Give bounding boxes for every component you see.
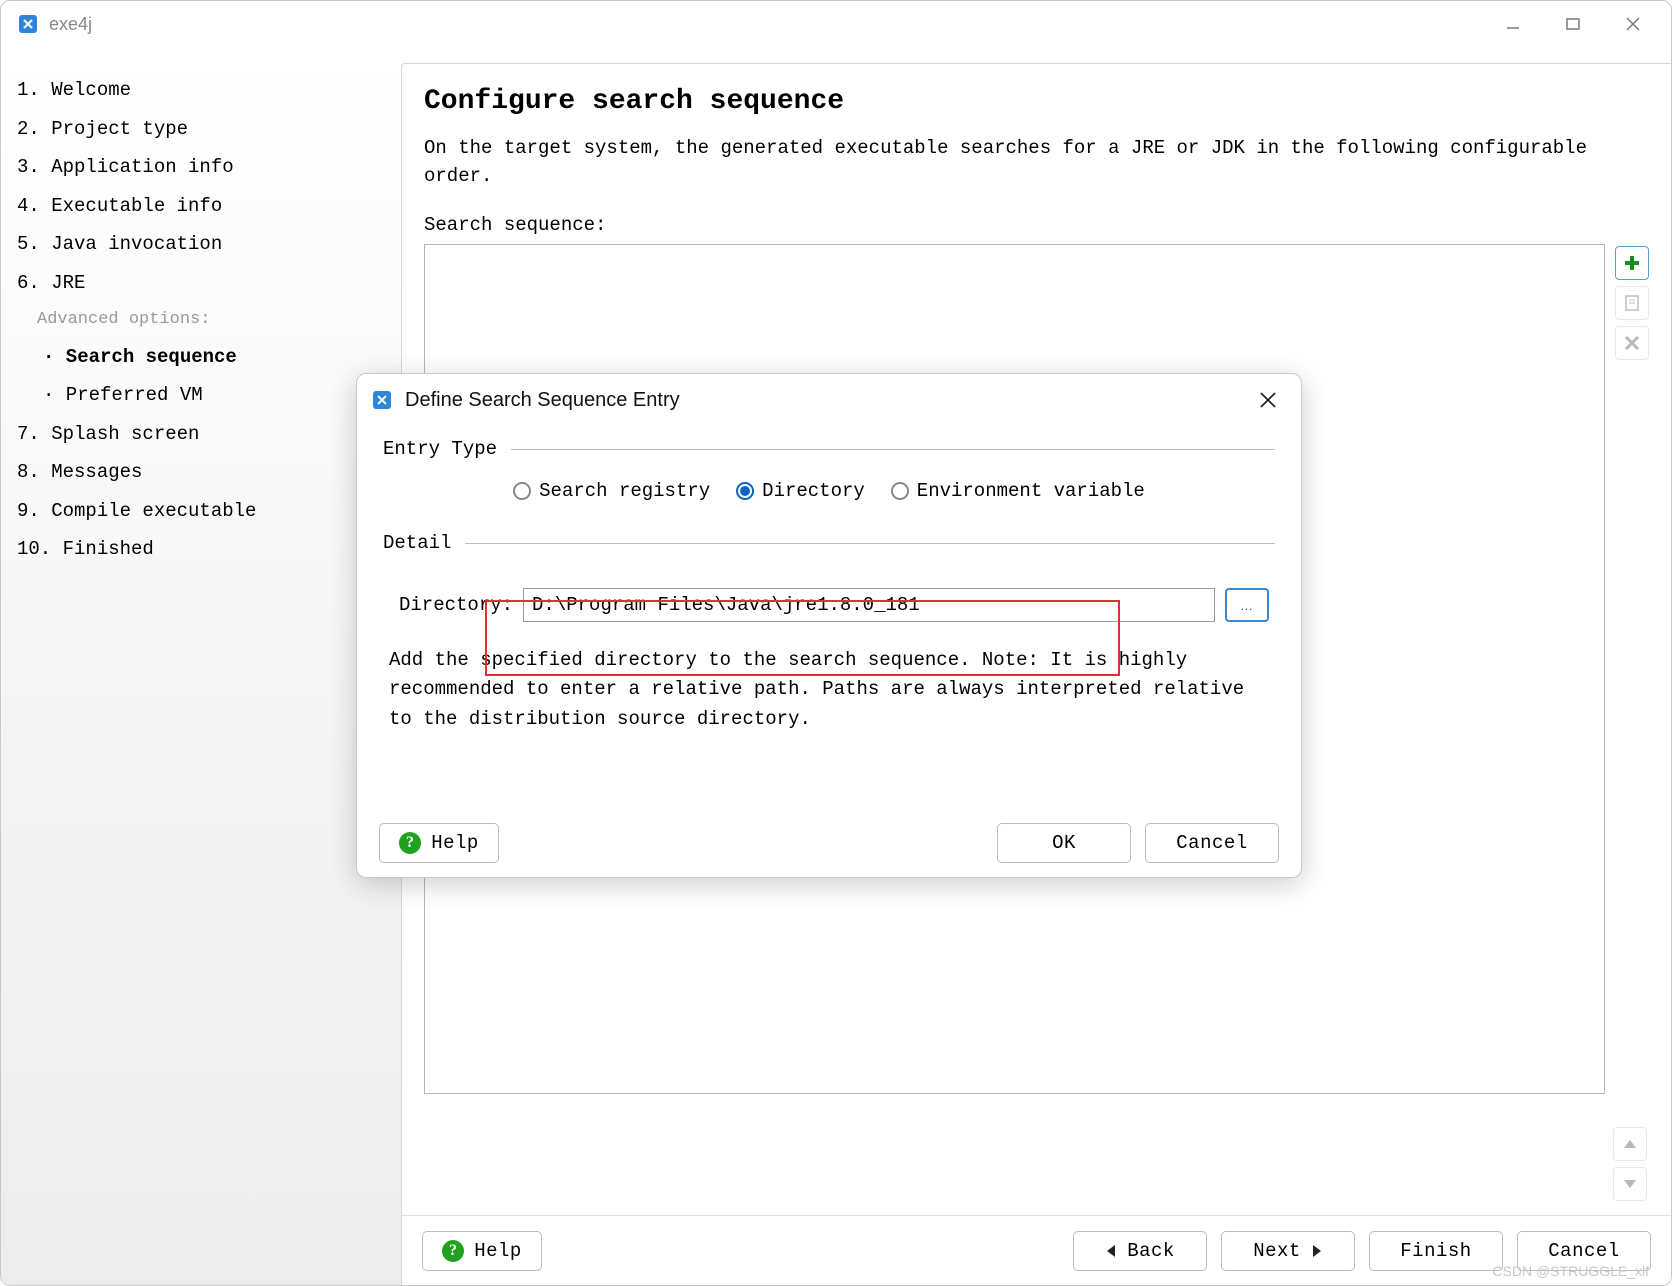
step-finished[interactable]: 10. Finished: [15, 530, 387, 569]
minimize-button[interactable]: [1483, 4, 1543, 44]
csdn-watermark: CSDN @STRUGGLE_xlf: [1492, 1263, 1649, 1279]
search-sequence-label: Search sequence:: [424, 214, 1651, 236]
step-preferred-vm[interactable]: · Preferred VM: [15, 376, 387, 415]
dialog-ok-button[interactable]: OK: [997, 823, 1131, 863]
move-down-button[interactable]: [1613, 1167, 1647, 1201]
radio-search-registry[interactable]: Search registry: [513, 480, 710, 502]
radio-label: Directory: [762, 480, 865, 502]
ok-label: OK: [1052, 832, 1076, 854]
dialog-help-button[interactable]: ? Help: [379, 823, 499, 863]
step-messages[interactable]: 8. Messages: [15, 453, 387, 492]
app-icon: [17, 13, 39, 35]
step-application-info[interactable]: 3. Application info: [15, 148, 387, 187]
radio-directory[interactable]: Directory: [736, 480, 865, 502]
step-compile-executable[interactable]: 9. Compile executable: [15, 492, 387, 531]
radio-icon: [736, 482, 754, 500]
directory-hint: Add the specified directory to the searc…: [389, 646, 1269, 734]
finish-button[interactable]: Finish: [1369, 1231, 1503, 1271]
triangle-right-icon: [1311, 1244, 1323, 1258]
step-splash-screen[interactable]: 7. Splash screen: [15, 415, 387, 454]
edit-entry-button[interactable]: [1615, 286, 1649, 320]
define-search-sequence-dialog: Define Search Sequence Entry Entry Type …: [356, 373, 1302, 878]
cancel-label: Cancel: [1548, 1240, 1619, 1262]
advanced-options-label: Advanced options:: [15, 302, 387, 338]
dialog-footer: ? Help OK Cancel: [357, 809, 1301, 877]
sidebar-watermark: exe4j: [297, 1273, 389, 1286]
radio-environment-variable[interactable]: Environment variable: [891, 480, 1145, 502]
help-label: Help: [474, 1240, 522, 1262]
separator: [511, 449, 1275, 450]
step-java-invocation[interactable]: 5. Java invocation: [15, 225, 387, 264]
close-button[interactable]: [1603, 4, 1663, 44]
detail-label: Detail: [383, 532, 451, 554]
dialog-close-button[interactable]: [1243, 380, 1293, 420]
back-button[interactable]: Back: [1073, 1231, 1207, 1271]
dialog-titlebar[interactable]: Define Search Sequence Entry: [357, 374, 1301, 426]
help-button[interactable]: ? Help: [422, 1231, 542, 1271]
ellipsis-icon: …: [1240, 598, 1254, 613]
remove-entry-button[interactable]: [1615, 326, 1649, 360]
step-welcome[interactable]: 1. Welcome: [15, 71, 387, 110]
page-description: On the target system, the generated exec…: [424, 135, 1651, 190]
help-icon: ?: [399, 832, 421, 854]
dialog-help-label: Help: [431, 832, 479, 854]
next-label: Next: [1253, 1240, 1301, 1262]
move-up-button[interactable]: [1613, 1127, 1647, 1161]
add-entry-button[interactable]: [1615, 246, 1649, 280]
dialog-app-icon: [371, 389, 393, 411]
radio-icon: [891, 482, 909, 500]
titlebar[interactable]: exe4j: [1, 1, 1671, 47]
triangle-left-icon: [1105, 1244, 1117, 1258]
main-footer: ? Help Back Next Finish Cancel: [402, 1215, 1671, 1285]
window-title: exe4j: [49, 14, 92, 35]
help-icon: ?: [442, 1240, 464, 1262]
step-jre[interactable]: 6. JRE: [15, 264, 387, 303]
step-search-sequence[interactable]: · Search sequence: [15, 338, 387, 377]
finish-label: Finish: [1400, 1240, 1471, 1262]
next-button[interactable]: Next: [1221, 1231, 1355, 1271]
radio-label: Environment variable: [917, 480, 1145, 502]
directory-input[interactable]: [523, 588, 1215, 622]
wizard-steps-sidebar: 1. Welcome 2. Project type 3. Applicatio…: [1, 47, 401, 1285]
dialog-cancel-button[interactable]: Cancel: [1145, 823, 1279, 863]
browse-button[interactable]: …: [1225, 588, 1269, 622]
dialog-title: Define Search Sequence Entry: [405, 389, 680, 412]
page-title: Configure search sequence: [424, 86, 1651, 117]
maximize-button[interactable]: [1543, 4, 1603, 44]
step-executable-info[interactable]: 4. Executable info: [15, 187, 387, 226]
dialog-cancel-label: Cancel: [1176, 832, 1247, 854]
radio-label: Search registry: [539, 480, 710, 502]
radio-icon: [513, 482, 531, 500]
back-label: Back: [1127, 1240, 1175, 1262]
entry-type-label: Entry Type: [383, 438, 497, 460]
separator: [465, 543, 1275, 544]
directory-label: Directory:: [399, 594, 513, 616]
search-sequence-tools: [1613, 244, 1651, 1094]
main-window: exe4j 1. Welcome 2. Project type 3. Appl…: [0, 0, 1672, 1286]
step-project-type[interactable]: 2. Project type: [15, 110, 387, 149]
